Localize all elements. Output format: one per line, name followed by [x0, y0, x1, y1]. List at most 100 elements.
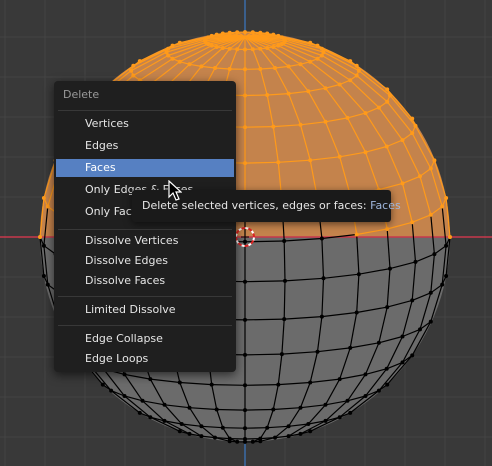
mesh-vertex	[243, 317, 247, 322]
mesh-vertex	[385, 227, 390, 231]
mesh-vertex	[276, 160, 281, 165]
mesh-vertex	[243, 408, 247, 413]
mesh-vertex	[41, 196, 46, 200]
mesh-edge	[244, 280, 286, 283]
mesh-vertex	[45, 282, 50, 287]
mesh-vertex	[243, 279, 247, 284]
menu-separator	[58, 110, 232, 111]
mesh-vertex	[323, 402, 328, 407]
mesh-vertex	[400, 181, 405, 186]
menu-separator	[58, 325, 232, 326]
mesh-edge	[211, 384, 246, 386]
mesh-vertex	[220, 31, 225, 36]
mesh-vertex	[323, 86, 328, 91]
mesh-vertex	[315, 43, 320, 48]
mesh-vertex	[440, 204, 445, 209]
mesh-vertex	[385, 305, 390, 310]
mesh-vertex	[376, 388, 381, 393]
mesh-vertex	[276, 382, 281, 387]
mesh-vertex	[243, 383, 247, 388]
mesh-vertex	[137, 59, 142, 64]
tooltip-value: Faces	[370, 199, 401, 212]
mesh-vertex	[199, 434, 204, 439]
mesh-vertex	[148, 415, 153, 420]
mesh-vertex	[432, 252, 437, 257]
mesh-vertex	[410, 298, 415, 303]
mesh-vertex	[323, 418, 328, 423]
mesh-vertex	[170, 43, 175, 48]
mesh-vertex	[308, 40, 313, 45]
mesh-vertex	[337, 377, 342, 382]
mesh-vertex	[166, 53, 171, 58]
mesh-vertex	[41, 274, 46, 278]
mesh-vertex	[354, 310, 359, 315]
mesh-vertex	[384, 144, 389, 149]
mesh-vertex	[286, 424, 291, 429]
mesh-vertex	[337, 415, 342, 420]
mesh-vertex	[235, 439, 240, 444]
mesh-vertex	[271, 407, 276, 412]
mesh-vertex	[410, 220, 415, 225]
mesh-vertex	[258, 67, 263, 71]
mesh-vertex	[388, 266, 392, 271]
mesh-vertex	[220, 46, 225, 50]
mesh-vertex	[345, 115, 350, 120]
mesh-vertex	[214, 45, 219, 49]
mesh-edge	[244, 318, 285, 321]
mesh-vertex	[282, 317, 287, 322]
mesh-edge	[244, 161, 279, 164]
menu-item-edge-collapse[interactable]: Edge Collapse	[56, 330, 234, 348]
menu-item-faces[interactable]: Faces	[56, 159, 234, 177]
mesh-vertex	[265, 31, 270, 36]
mesh-vertex	[109, 388, 114, 393]
menu-item-edge-loops[interactable]: Edge Loops	[56, 350, 234, 368]
menu-separator	[58, 296, 232, 297]
mesh-edge	[244, 384, 279, 386]
mesh-vertex	[179, 422, 184, 426]
menu-item-vertices[interactable]: Vertices	[56, 115, 234, 133]
mesh-vertex	[385, 99, 390, 104]
mesh-vertex	[418, 174, 422, 179]
mesh-vertex	[348, 78, 353, 83]
mesh-vertex	[345, 398, 350, 403]
mesh-vertex	[41, 243, 46, 248]
mesh-vertex	[100, 382, 105, 387]
mesh-edge	[283, 240, 286, 281]
mesh-vertex	[220, 425, 225, 430]
mesh-vertex	[273, 66, 277, 70]
mesh-vertex	[319, 314, 324, 319]
mesh-vertex	[170, 56, 175, 61]
mesh-edge	[222, 427, 246, 429]
mesh-vertex	[265, 425, 270, 430]
menu-item-edges[interactable]: Edges	[56, 137, 234, 155]
mesh-edge	[244, 240, 285, 243]
menu-item-limited-dissolve[interactable]: Limited Dissolve	[56, 301, 234, 319]
mesh-vertex	[298, 62, 303, 67]
menu-item-dissolve-edges[interactable]: Dissolve Edges	[56, 252, 234, 270]
mesh-vertex	[428, 290, 433, 295]
mesh-vertex	[306, 422, 311, 426]
mesh-vertex	[444, 196, 449, 200]
menu-item-dissolve-faces[interactable]: Dissolve Faces	[56, 272, 234, 290]
mesh-vertex	[315, 349, 320, 354]
mesh-vertex	[213, 66, 217, 70]
mesh-vertex	[337, 82, 342, 87]
mesh-vertex	[308, 158, 313, 163]
mesh-vertex	[243, 125, 247, 130]
menu-item-dissolve-vertices[interactable]: Dissolve Vertices	[56, 232, 234, 250]
mesh-vertex	[276, 33, 281, 38]
mesh-edge	[244, 353, 282, 356]
mesh-vertex	[363, 111, 368, 116]
mesh-vertex	[213, 435, 217, 440]
mesh-vertex	[162, 402, 167, 407]
mesh-vertex	[209, 43, 214, 48]
mesh-vertex	[354, 63, 359, 68]
mesh-vertex	[162, 418, 167, 423]
mesh-vertex	[250, 47, 255, 52]
mesh-vertex	[321, 276, 326, 281]
mesh-vertex	[306, 89, 311, 94]
mesh-vertex	[271, 45, 276, 49]
mesh-vertex	[235, 30, 240, 35]
mesh-vertex	[286, 91, 291, 96]
mesh-vertex	[209, 33, 214, 38]
